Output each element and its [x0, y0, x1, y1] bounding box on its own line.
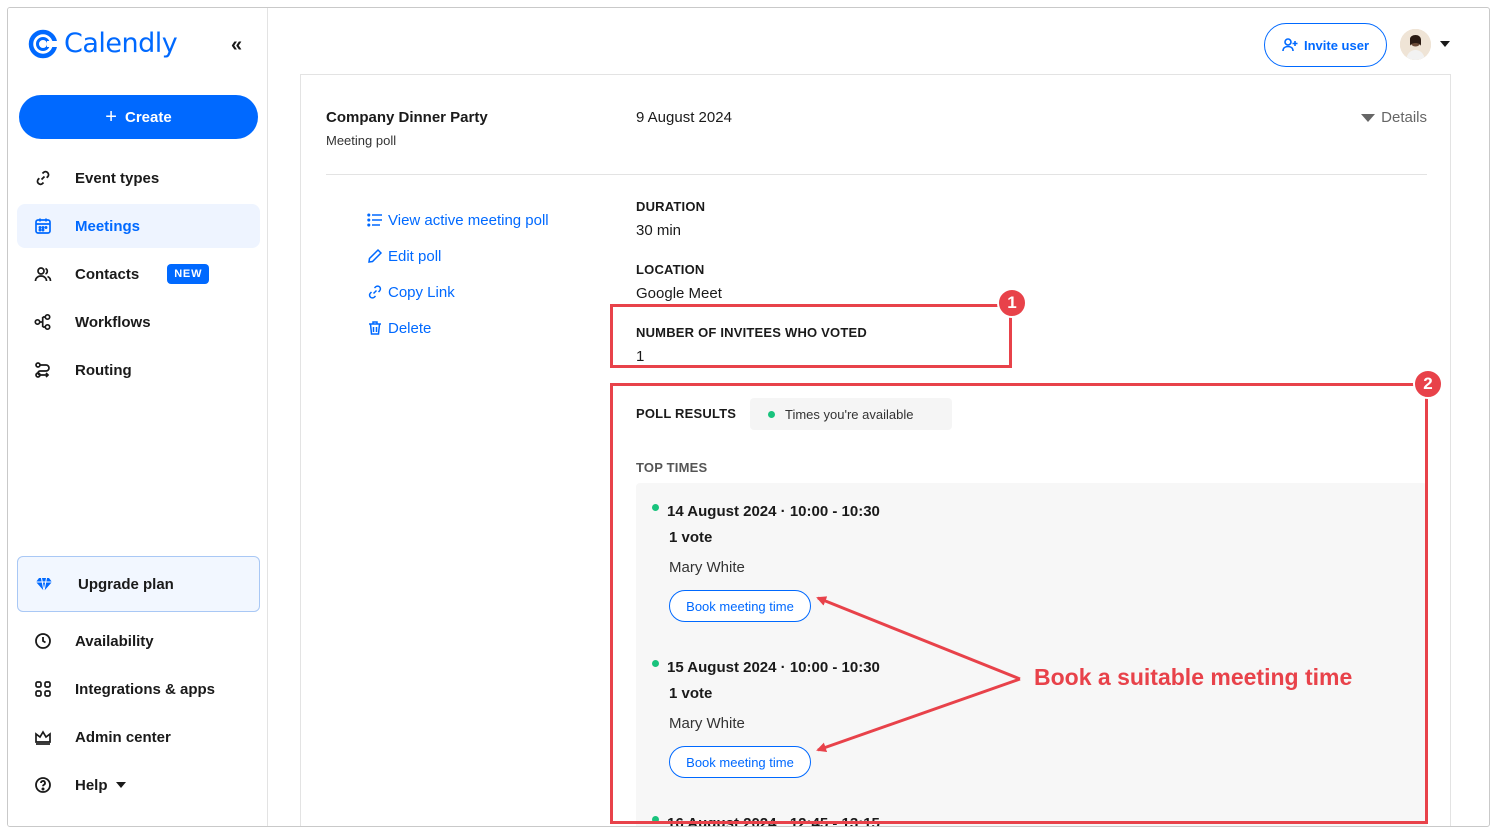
- link-icon: [366, 283, 384, 301]
- caret-down-icon: [1361, 113, 1376, 122]
- chevron-down-icon[interactable]: [1440, 41, 1450, 47]
- sidebar: Calendly « + Create Event types Meetings…: [8, 8, 268, 826]
- sidebar-item-admin-center[interactable]: Admin center: [17, 715, 260, 759]
- grid-icon: [33, 679, 53, 699]
- sidebar-item-label: Contacts: [75, 265, 140, 283]
- copy-link-link[interactable]: Copy Link: [366, 274, 549, 310]
- view-poll-label: View active meeting poll: [388, 211, 549, 229]
- annotation-marker-2: 2: [1413, 369, 1443, 399]
- poll-actions: View active meeting poll Edit poll Copy …: [366, 202, 549, 346]
- sidebar-item-integrations[interactable]: Integrations & apps: [17, 667, 260, 711]
- plus-icon: +: [105, 106, 117, 128]
- crown-icon: [33, 727, 53, 747]
- calendly-logo[interactable]: Calendly: [28, 28, 178, 59]
- collapse-sidebar-icon[interactable]: «: [231, 34, 242, 57]
- logo-text: Calendly: [64, 28, 178, 59]
- calendar-icon: [33, 216, 53, 236]
- list-icon: [366, 211, 384, 229]
- sidebar-item-label: Admin center: [75, 728, 171, 746]
- edit-poll-label: Edit poll: [388, 247, 442, 265]
- annotation-callout: Book a suitable meeting time: [1034, 664, 1353, 690]
- help-icon: [33, 775, 53, 795]
- annotation-marker-1: 1: [997, 288, 1027, 318]
- duration-label: DURATION: [636, 199, 706, 214]
- upgrade-label: Upgrade plan: [78, 575, 174, 593]
- sidebar-item-event-types[interactable]: Event types: [17, 156, 260, 200]
- sidebar-item-label: Meetings: [75, 217, 141, 235]
- sidebar-item-label: Help: [75, 776, 108, 794]
- sidebar-item-help[interactable]: Help: [17, 763, 260, 807]
- pencil-icon: [366, 247, 384, 265]
- sidebar-item-label: Integrations & apps: [75, 680, 216, 698]
- annotation-box-1: [610, 304, 1012, 368]
- delete-poll-link[interactable]: Delete: [366, 310, 549, 346]
- create-label: Create: [124, 108, 172, 126]
- routing-icon: [33, 360, 53, 380]
- view-active-poll-link[interactable]: View active meeting poll: [366, 202, 549, 238]
- sidebar-item-workflows[interactable]: Workflows: [17, 300, 260, 344]
- sidebar-item-meetings[interactable]: Meetings: [17, 204, 260, 248]
- chevron-down-icon: [115, 782, 126, 788]
- edit-poll-link[interactable]: Edit poll: [366, 238, 549, 274]
- location-value: Google Meet: [636, 285, 722, 302]
- workflow-icon: [33, 312, 53, 332]
- clock-icon: [33, 631, 53, 651]
- sidebar-item-label: Workflows: [75, 313, 151, 331]
- upgrade-plan-button[interactable]: Upgrade plan: [17, 556, 260, 612]
- invite-user-label: Invite user: [1303, 37, 1370, 53]
- annotation-box-2: [610, 383, 1428, 824]
- trash-icon: [366, 319, 384, 337]
- invite-user-button[interactable]: Invite user: [1264, 23, 1387, 67]
- contacts-icon: [33, 264, 53, 284]
- sidebar-item-label: Routing: [75, 361, 132, 379]
- diamond-icon: [34, 574, 54, 594]
- link-icon: [33, 168, 53, 188]
- location-label: LOCATION: [636, 262, 705, 277]
- event-subtitle: Meeting poll: [326, 133, 397, 148]
- add-user-icon: [1282, 38, 1298, 52]
- avatar[interactable]: [1400, 29, 1431, 60]
- details-label: Details: [1381, 109, 1427, 126]
- new-badge: NEW: [167, 264, 210, 284]
- divider: [326, 174, 1427, 175]
- delete-label: Delete: [388, 319, 432, 337]
- event-date: 9 August 2024: [636, 109, 732, 126]
- sidebar-item-contacts[interactable]: Contacts NEW: [17, 252, 260, 296]
- sidebar-item-routing[interactable]: Routing: [17, 348, 260, 392]
- calendly-logo-icon: [28, 29, 58, 58]
- sidebar-item-availability[interactable]: Availability: [17, 619, 260, 663]
- copy-link-label: Copy Link: [388, 283, 455, 301]
- create-button[interactable]: + Create: [19, 95, 258, 139]
- details-toggle[interactable]: Details: [1361, 109, 1427, 126]
- sidebar-item-label: Event types: [75, 169, 160, 187]
- duration-value: 30 min: [636, 222, 682, 239]
- event-title: Company Dinner Party: [326, 109, 488, 126]
- sidebar-item-label: Availability: [75, 632, 154, 650]
